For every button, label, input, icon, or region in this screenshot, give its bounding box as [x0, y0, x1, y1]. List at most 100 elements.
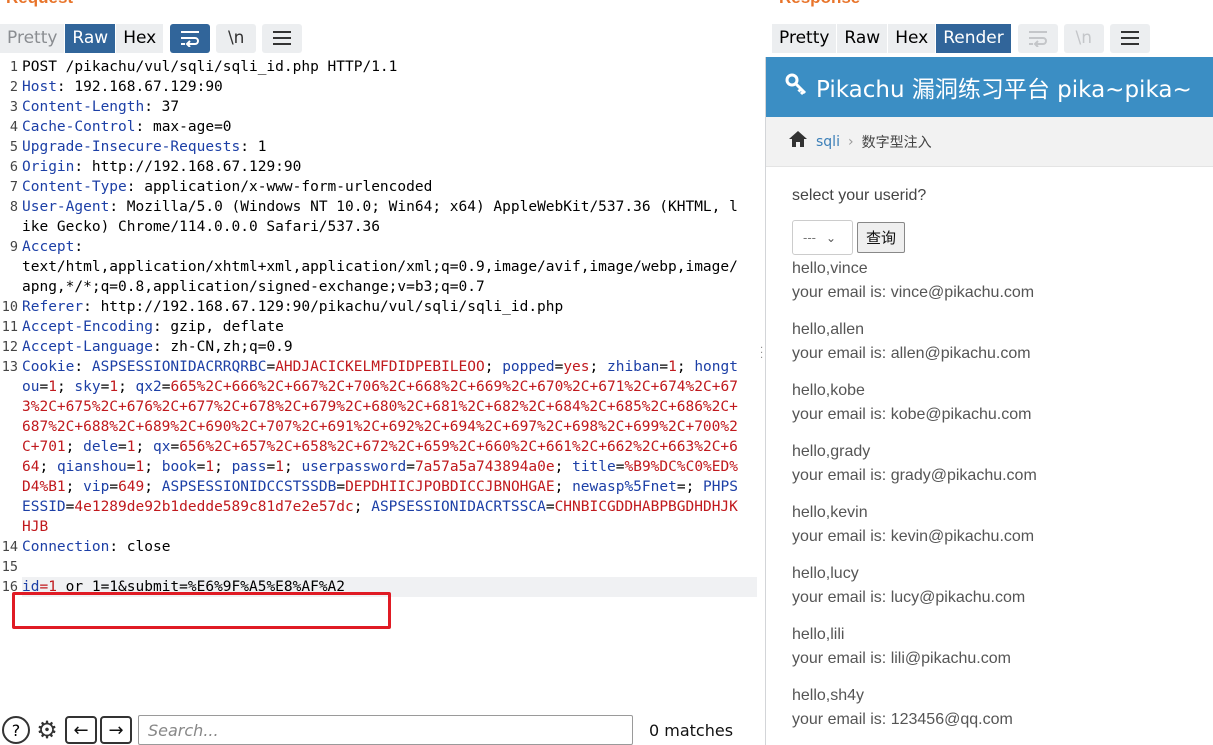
response-panel-title: Response: [779, 0, 860, 8]
header-colon: :: [74, 359, 92, 375]
arrow-right-icon: →: [108, 719, 124, 741]
pikachu-header-title: Pikachu 漏洞练习平台 pika~pika~: [816, 77, 1192, 103]
rendered-response: Pikachu 漏洞练习平台 pika~pika~ sqli › 数字型注入 s…: [766, 57, 1213, 745]
header-key: Cache-Control: [22, 119, 136, 135]
request-tab-raw[interactable]: Raw: [65, 23, 116, 53]
response-menu-button[interactable]: [1109, 23, 1150, 53]
next-match-button[interactable]: →: [100, 716, 132, 744]
result-email: your email is: kevin@pikachu.com: [792, 528, 1035, 545]
request-line-text: POST /pikachu/vul/sqli/sqli_id.php HTTP/…: [22, 59, 398, 75]
result-item: hello,grady your email is: grady@pikachu.…: [792, 440, 1213, 488]
previous-match-button[interactable]: ←: [65, 716, 97, 744]
header-key: User-Agent: [22, 199, 110, 215]
request-line: 12 Accept-Language: zh-CN,zh;q=0.9: [0, 337, 757, 357]
cookie-key: popped: [502, 359, 555, 375]
request-line: 3 Content-Length: 37: [0, 97, 757, 117]
header-value: : zh-CN,zh;q=0.9: [152, 339, 293, 355]
line-number: 11: [1, 319, 18, 335]
line-number: 2: [9, 79, 18, 95]
result-email: your email is: lucy@pikachu.com: [792, 589, 1026, 606]
query-button[interactable]: 查询: [857, 222, 906, 253]
wrap-lines-button[interactable]: [170, 23, 211, 53]
line-number: 15: [1, 559, 18, 575]
cookie-value: yes: [563, 359, 590, 375]
hamburger-menu-icon: [273, 31, 292, 45]
cookie-separator: ;: [484, 359, 503, 375]
userid-prompt: select your userid?: [792, 187, 927, 204]
breadcrumb-link-sqli[interactable]: sqli: [816, 134, 840, 150]
cookie-separator: ;: [685, 479, 704, 495]
request-line: 7 Content-Type: application/x-www-form-u…: [0, 177, 757, 197]
request-menu-button[interactable]: [262, 23, 303, 53]
show-newlines-button[interactable]: \n: [216, 23, 257, 53]
result-email: your email is: kobe@pikachu.com: [792, 406, 1032, 423]
result-item: hello,kevin your email is: kevin@pikachu.…: [792, 501, 1213, 549]
line-number: 14: [1, 539, 18, 555]
result-hello: hello,vince: [792, 260, 868, 277]
cookie-key: book: [161, 459, 197, 475]
result-hello: hello,lucy: [792, 565, 859, 582]
cookie-equals: =: [659, 359, 669, 375]
request-line: 2 Host: 192.168.67.129:90: [0, 77, 757, 97]
result-item: hello,allen your email is: allen@pikachu.…: [792, 318, 1213, 366]
result-hello: hello,allen: [792, 321, 865, 338]
result-email: your email is: 123456@qq.com: [792, 711, 1013, 728]
cookie-value: 1: [668, 359, 677, 375]
results-list: hello,vince your email is: vince@pikachu.…: [792, 257, 1213, 732]
header-value: : 192.168.67.129:90: [56, 79, 223, 95]
userid-select[interactable]: --- ⌄: [792, 220, 853, 255]
line-number: 6: [9, 159, 18, 175]
cookie-separator: ;: [39, 459, 57, 475]
search-input[interactable]: [138, 715, 633, 745]
home-icon[interactable]: [788, 130, 808, 153]
match-count: 0 matches: [649, 720, 734, 740]
breadcrumb: sqli › 数字型注入: [766, 117, 1213, 167]
cookie-separator: ;: [676, 359, 695, 375]
line-number: 7: [9, 179, 18, 195]
line-number: 8: [9, 199, 18, 215]
request-line: 10 Referer: http://192.168.67.129:90/pik…: [0, 297, 757, 317]
result-item: hello,vince your email is: vince@pikachu.…: [792, 257, 1213, 305]
breadcrumb-current: 数字型注入: [861, 134, 932, 151]
chevron-down-icon: ⌄: [826, 230, 837, 245]
response-tab-pretty[interactable]: Pretty: [772, 23, 837, 53]
cookie-separator: ;: [144, 459, 162, 475]
cookie-value: 1: [205, 459, 215, 475]
request-panel-title: Request: [6, 0, 73, 8]
result-email: your email is: lili@pikachu.com: [792, 650, 1011, 667]
response-tab-hex[interactable]: Hex: [888, 23, 936, 53]
response-show-newlines-button[interactable]: \n: [1063, 23, 1104, 53]
header-key: Cookie: [22, 359, 75, 375]
cookie-key: newasp%5Fnet: [572, 479, 677, 495]
page-content: select your userid? --- ⌄ 查询 hello,vince…: [766, 187, 1213, 732]
header-key: Content-Type: [22, 179, 127, 195]
request-tab-pretty[interactable]: Pretty: [0, 23, 65, 53]
header-key: Connection: [22, 539, 110, 555]
help-button[interactable]: ?: [2, 716, 30, 744]
drag-grip-icon[interactable]: · · ·: [760, 344, 764, 364]
result-hello: hello,lili: [792, 626, 845, 643]
header-value: : gzip, deflate: [152, 319, 284, 335]
line-number: 13: [1, 359, 18, 375]
cookie-key: dele: [83, 439, 119, 455]
cookie-value: 1: [275, 459, 284, 475]
header-key: Content-Length: [22, 99, 145, 115]
cookie-value: DEPDHIICJPOBDICCJBNOHGAE: [345, 479, 555, 495]
response-tab-render[interactable]: Render: [936, 23, 1011, 53]
cookie-equals: =: [676, 479, 686, 495]
response-tab-raw[interactable]: Raw: [837, 23, 888, 53]
cookie-equals: =: [336, 479, 346, 495]
header-value: : close: [109, 539, 171, 555]
request-line: 13 Cookie: ASPSESSIONIDACRRQRBC=AHDJACIC…: [0, 357, 757, 537]
request-tab-hex[interactable]: Hex: [116, 23, 164, 53]
cookie-value: 1: [126, 439, 136, 455]
request-line: 15: [0, 557, 757, 577]
header-key: Upgrade-Insecure-Requests: [22, 139, 241, 155]
settings-button[interactable]: ⚙: [32, 715, 62, 745]
request-line: 9 Accept: text/html,application/xhtml+xm…: [0, 237, 757, 297]
cookie-key: qianshou: [56, 459, 127, 475]
response-wrap-lines-button[interactable]: [1017, 23, 1058, 53]
hamburger-menu-icon: [1120, 31, 1139, 45]
wrap-lines-icon: [181, 31, 200, 47]
header-value: : application/x-www-form-urlencoded: [126, 179, 433, 195]
